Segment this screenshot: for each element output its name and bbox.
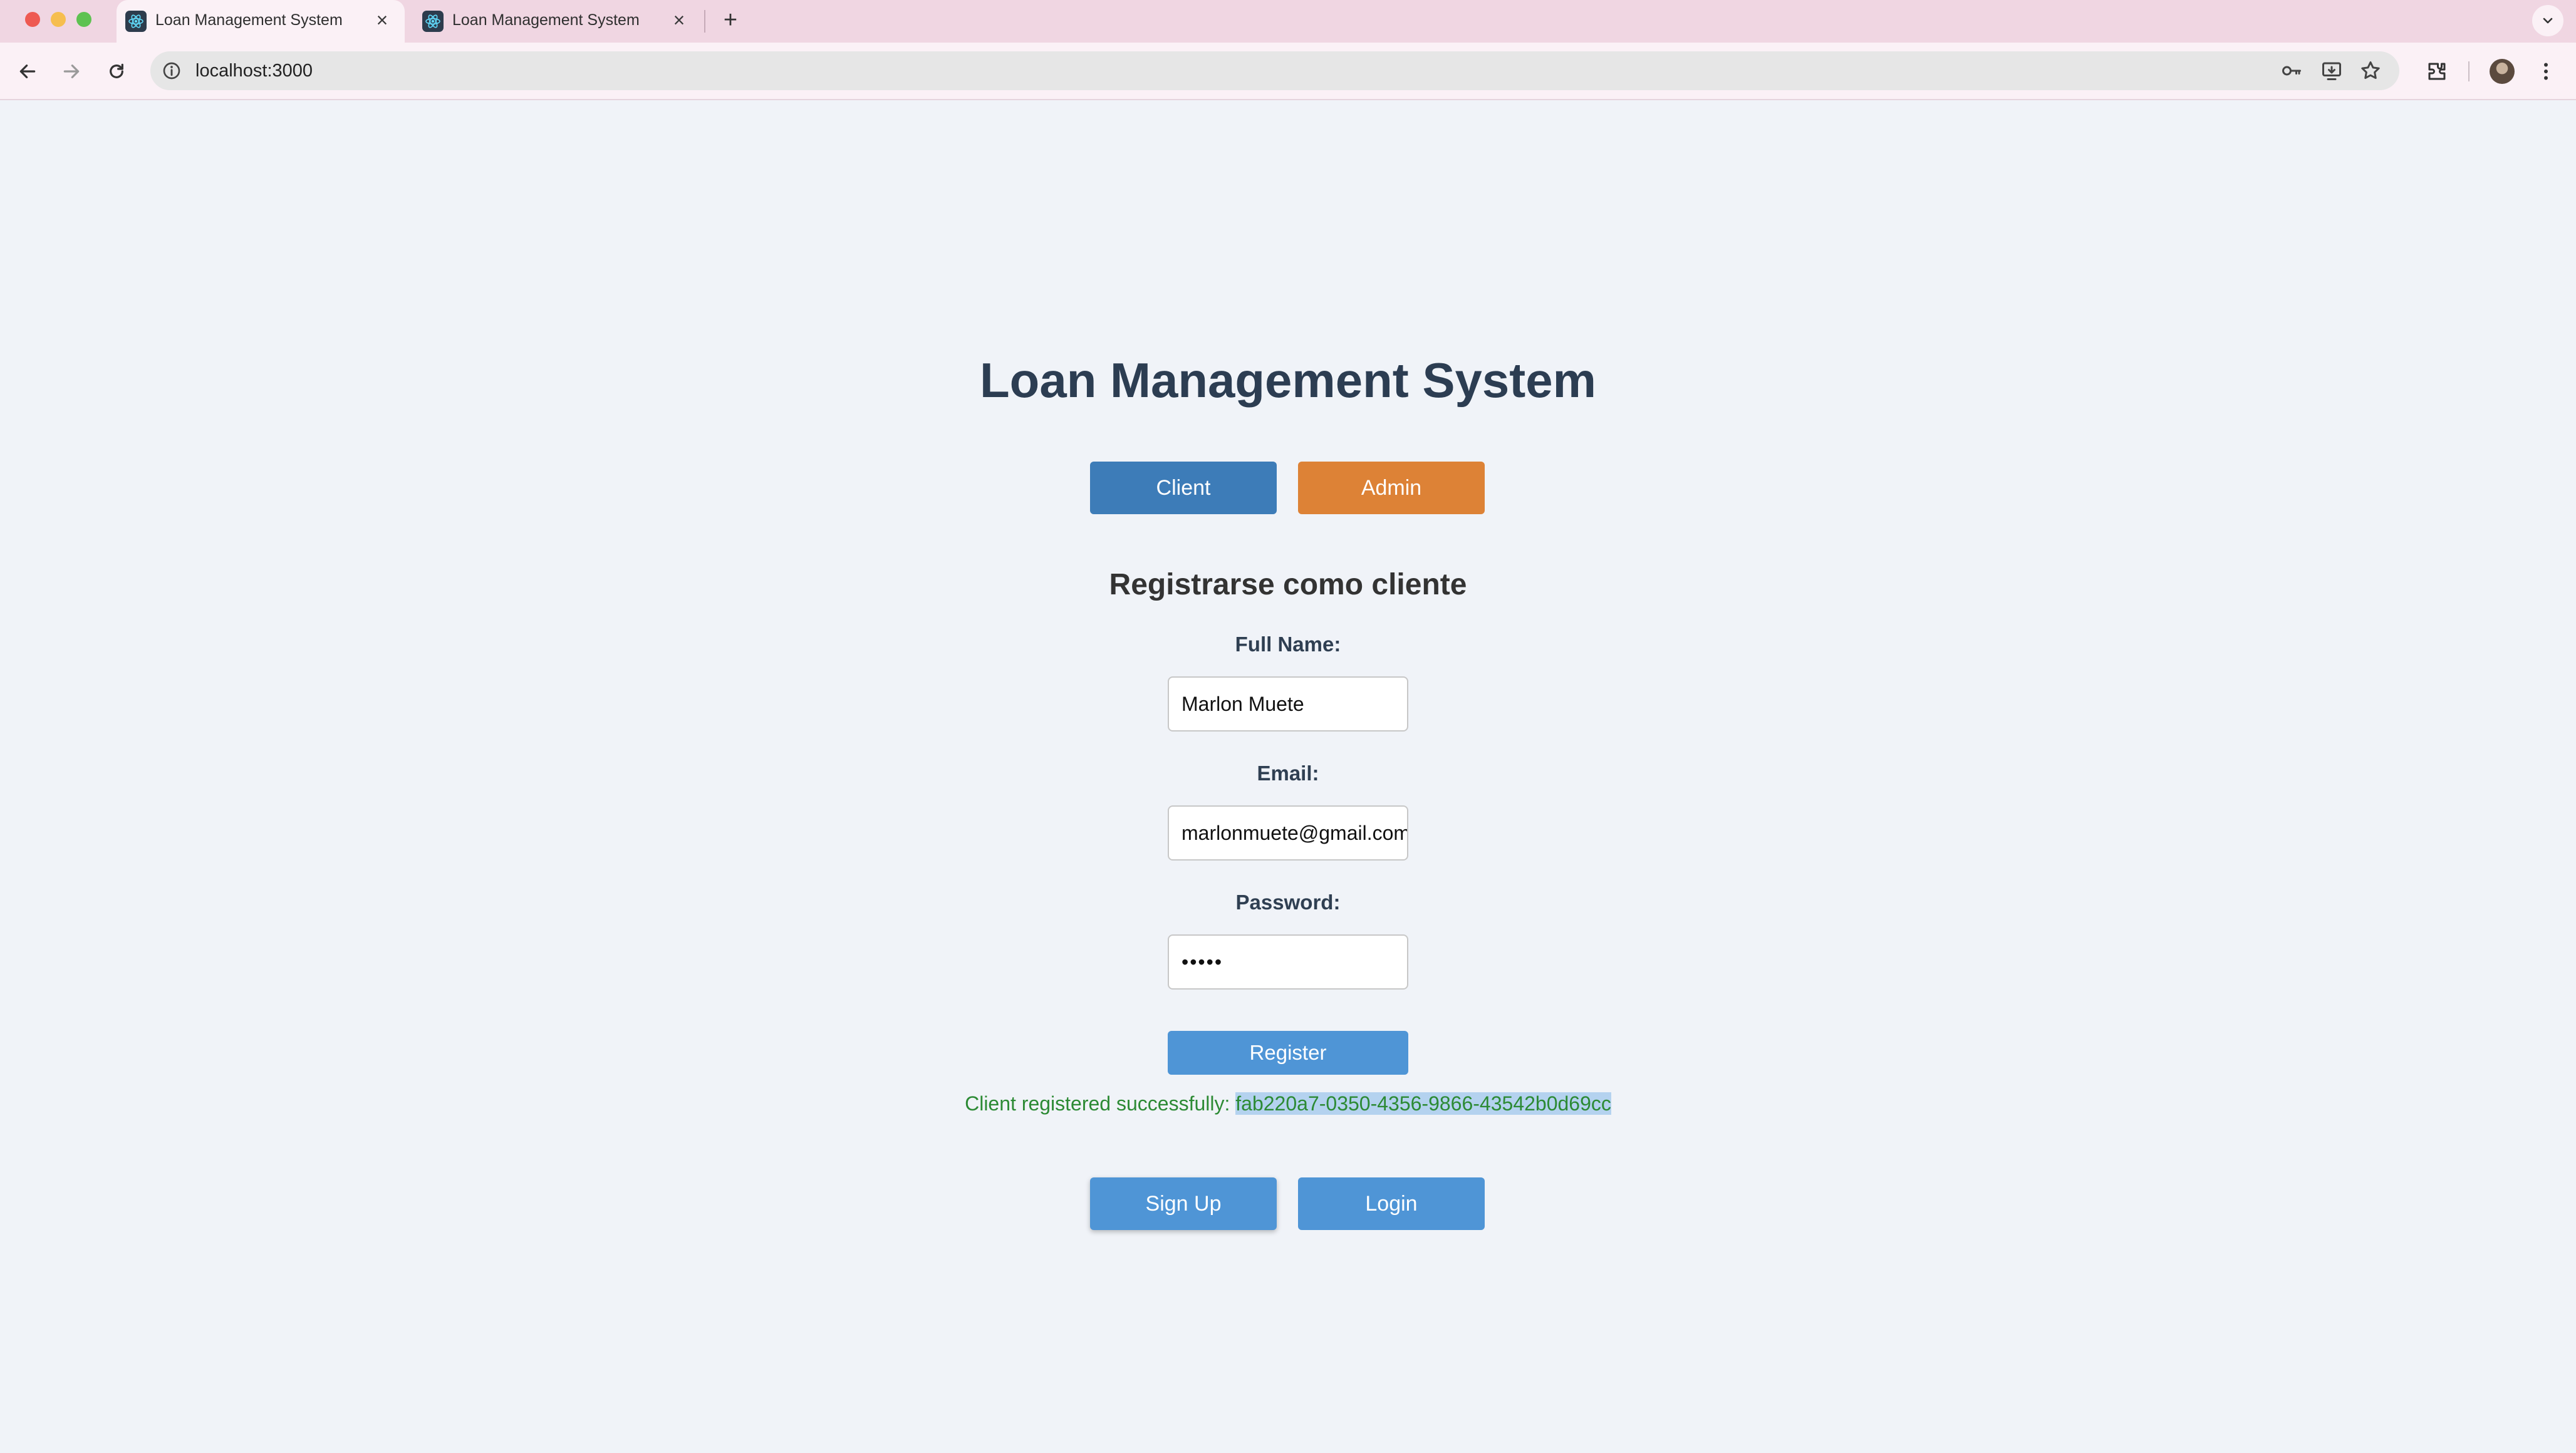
extensions-icon[interactable]	[2424, 59, 2449, 84]
register-heading: Registrarse como cliente	[1109, 568, 1467, 601]
full-name-label: Full Name:	[1235, 633, 1341, 656]
page-content: Loan Management System Client Admin Regi…	[0, 101, 2576, 1453]
sign-up-button[interactable]: Sign Up	[1090, 1177, 1277, 1230]
reload-icon[interactable]	[100, 55, 133, 88]
success-prefix: Client registered successfully:	[965, 1092, 1236, 1115]
full-name-field[interactable]: Marlon Muete	[1168, 676, 1408, 732]
browser-tab-inactive[interactable]: Loan Management System ×	[413, 0, 702, 43]
email-label: Email:	[1257, 762, 1319, 785]
client-id-text[interactable]: fab220a7-0350-4356-9866-43542b0d69cc	[1235, 1092, 1611, 1115]
url-text[interactable]: localhost:3000	[195, 51, 313, 90]
react-favicon-icon	[422, 11, 444, 32]
tabs-dropdown-icon[interactable]	[2532, 5, 2563, 36]
tab-close-icon[interactable]: ×	[370, 8, 395, 33]
browser-tab-strip: Loan Management System × Loan Management…	[0, 0, 2576, 43]
profile-avatar[interactable]	[2490, 59, 2515, 84]
tab-title: Loan Management System	[452, 11, 640, 29]
bookmark-star-icon[interactable]	[2359, 59, 2382, 82]
toolbar-divider	[2468, 61, 2470, 81]
menu-icon[interactable]	[2533, 59, 2558, 84]
address-bar[interactable]: localhost:3000	[150, 51, 2399, 90]
client-mode-button[interactable]: Client	[1090, 462, 1277, 514]
back-icon[interactable]	[11, 55, 44, 88]
tab-separator	[704, 10, 705, 33]
password-key-icon[interactable]	[2280, 59, 2303, 82]
window-minimize-button[interactable]	[51, 12, 66, 27]
tab-close-icon[interactable]: ×	[667, 8, 692, 33]
browser-tab-active[interactable]: Loan Management System ×	[117, 0, 405, 43]
tab-title: Loan Management System	[155, 11, 343, 29]
window-zoom-button[interactable]	[76, 12, 91, 27]
password-label: Password:	[1235, 891, 1341, 914]
admin-mode-button[interactable]: Admin	[1298, 462, 1485, 514]
register-button[interactable]: Register	[1168, 1031, 1408, 1075]
forward-icon[interactable]	[55, 55, 88, 88]
success-message: Client registered successfully: fab220a7…	[0, 1092, 2576, 1115]
install-app-icon[interactable]	[2320, 59, 2343, 82]
site-info-icon[interactable]	[162, 61, 182, 81]
login-button[interactable]: Login	[1298, 1177, 1485, 1230]
password-field[interactable]: •••••	[1168, 934, 1408, 990]
email-field[interactable]: marlonmuete@gmail.com	[1168, 805, 1408, 861]
react-favicon-icon	[125, 11, 147, 32]
page-title: Loan Management System	[980, 353, 1596, 408]
window-close-button[interactable]	[25, 12, 40, 27]
browser-toolbar: localhost:3000	[0, 43, 2576, 100]
new-tab-button[interactable]: +	[717, 6, 744, 34]
